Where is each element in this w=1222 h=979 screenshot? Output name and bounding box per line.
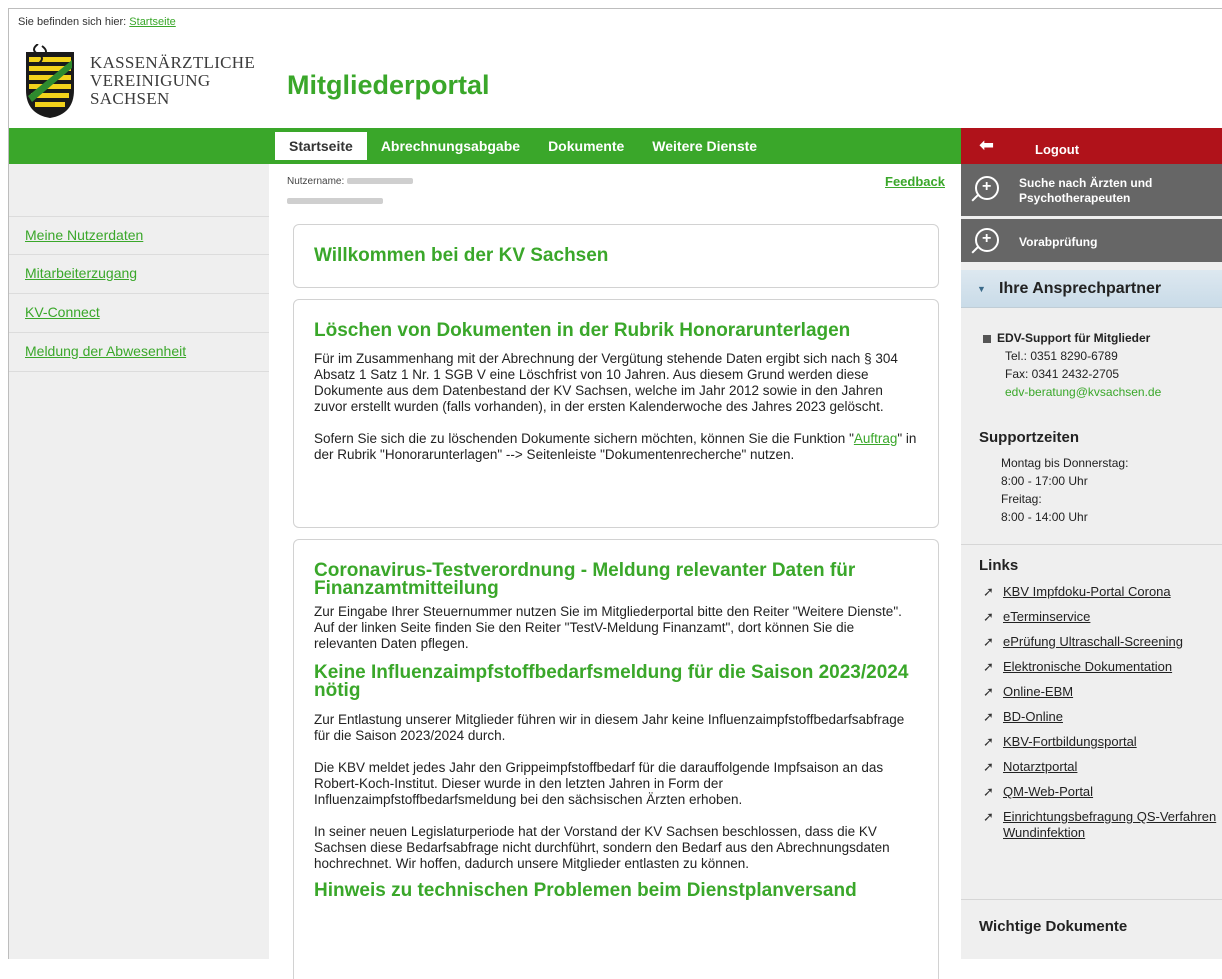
sidebar-item-meldung-abwesenheit[interactable]: Meldung der Abwesenheit: [9, 333, 269, 372]
edv-support-tel: Tel.: 0351 8290-6789: [1005, 349, 1118, 363]
links-title: Links: [979, 557, 1019, 574]
link-item[interactable]: ➚ ePrüfung Ultraschall-Screening: [983, 634, 1218, 650]
external-link-icon: ➚: [983, 659, 994, 674]
divider: [961, 544, 1222, 545]
influenza-paragraph-2: Die KBV meldet jedes Jahr den Grippeimpf…: [314, 760, 884, 807]
welcome-card: Willkommen bei der KV Sachsen: [293, 224, 939, 288]
external-link-icon: ➚: [983, 584, 994, 599]
external-link-icon: ➚: [983, 784, 994, 799]
arrow-left-icon: ⬅: [979, 135, 995, 155]
link-item[interactable]: ➚ KBV Impfdoku-Portal Corona: [983, 584, 1218, 600]
influenza-title: Keine Influenzaimpfstoffbedarfsmeldung f…: [314, 662, 909, 701]
left-sidebar: Meine Nutzerdaten Mitarbeiterzugang KV-C…: [9, 164, 269, 959]
link-item[interactable]: ➚ QM-Web-Portal: [983, 784, 1218, 800]
news-card-deletion: Löschen von Dokumenten in der Rubrik Hon…: [293, 299, 939, 528]
support-hours-line-3: Freitag:: [1001, 492, 1042, 506]
coat-of-arms-icon: [26, 44, 74, 118]
deletion-title: Löschen von Dokumenten in der Rubrik Hon…: [314, 320, 851, 341]
square-bullet-icon: [983, 334, 991, 343]
link-item[interactable]: ➚ KBV-Fortbildungsportal: [983, 734, 1218, 750]
edv-support-email[interactable]: edv-beratung@kvsachsen.de: [983, 383, 1161, 401]
external-link-icon: ➚: [983, 634, 994, 649]
external-link-icon: ➚: [983, 709, 994, 724]
logo-text: KASSENÄRZTLICHE VEREINIGUNG SACHSEN: [90, 54, 255, 108]
breadcrumb: Sie befinden sich hier: Startseite: [18, 16, 176, 28]
link-item[interactable]: ➚ BD-Online: [983, 709, 1218, 725]
kv-sachsen-logo[interactable]: KASSENÄRZTLICHE VEREINIGUNG SACHSEN: [20, 44, 270, 120]
edv-support-block: EDV-Support für Mitglieder Tel.: 0351 82…: [983, 329, 1161, 401]
main-content: Nutzername: Feedback Willkommen bei der …: [283, 164, 951, 979]
corona-paragraph: Zur Eingabe Ihrer Steuernummer nutzen Si…: [314, 604, 902, 651]
breadcrumb-prefix: Sie befinden sich hier:: [18, 16, 127, 28]
search-doctors-label: Suche nach Ärzten und Psychotherapeuten: [1019, 176, 1153, 205]
corona-title: Coronavirus-Testverordnung - Meldung rel…: [314, 560, 856, 599]
external-link-icon: ➚: [983, 609, 994, 624]
right-sidebar: Suche nach Ärzten und Psychotherapeuten …: [961, 164, 1222, 959]
tab-startseite[interactable]: Startseite: [275, 132, 367, 160]
logout-button[interactable]: ⬅ Logout: [961, 128, 1222, 164]
triangle-down-icon: ▼: [977, 284, 986, 294]
breadcrumb-link-startseite[interactable]: Startseite: [129, 16, 175, 28]
logo-line-1: KASSENÄRZTLICHE: [90, 53, 256, 72]
news-card-main: Coronavirus-Testverordnung - Meldung rel…: [293, 539, 939, 979]
welcome-title: Willkommen bei der KV Sachsen: [314, 245, 609, 266]
main-navigation: Startseite Abrechnungsabgabe Dokumente W…: [275, 132, 771, 160]
sidebar-item-kv-connect[interactable]: KV-Connect: [9, 294, 269, 333]
sidebar-item-mitarbeiterzugang[interactable]: Mitarbeiterzugang: [9, 255, 269, 294]
link-item[interactable]: ➚ Elektronische Dokumentation: [983, 659, 1218, 675]
divider: [961, 899, 1222, 900]
edv-support-fax: Fax: 0341 2432-2705: [1005, 367, 1120, 381]
tab-weitere-dienste[interactable]: Weitere Dienste: [638, 132, 771, 160]
deletion-paragraph-2: Sofern Sie sich die zu löschenden Dokume…: [314, 431, 917, 462]
logo-line-3: SACHSEN: [90, 89, 170, 108]
link-item[interactable]: ➚ Online-EBM: [983, 684, 1218, 700]
influenza-paragraph-1: Zur Entlastung unserer Mitglieder führen…: [314, 712, 905, 743]
feedback-link[interactable]: Feedback: [885, 174, 945, 189]
user-fullname-redacted: [287, 198, 383, 204]
link-item[interactable]: ➚ Notarztportal: [983, 759, 1218, 775]
support-hours-block: Montag bis Donnerstag: 8:00 - 17:00 Uhr …: [1001, 454, 1128, 526]
user-info: Nutzername:: [287, 176, 414, 187]
contact-persons-header[interactable]: ▼ Ihre Ansprechpartner: [961, 270, 1222, 308]
external-link-icon: ➚: [983, 684, 994, 699]
external-link-icon: ➚: [983, 734, 994, 749]
link-item[interactable]: ➚ Einrichtungsbefragung QS-Verfahren Wund…: [983, 809, 1218, 841]
username-label: Nutzername:: [287, 176, 345, 187]
logout-label: Logout: [1035, 142, 1080, 157]
username-redacted: [347, 178, 414, 185]
magnifier-plus-icon: [975, 228, 999, 252]
external-link-icon: ➚: [983, 809, 994, 824]
edv-support-title: EDV-Support für Mitglieder: [983, 329, 1161, 347]
influenza-paragraph-3: In seiner neuen Legislaturperiode hat de…: [314, 824, 890, 871]
magnifier-plus-icon: [975, 176, 999, 200]
tab-dokumente[interactable]: Dokumente: [534, 132, 638, 160]
vorabpruefung-button[interactable]: Vorabprüfung: [961, 219, 1222, 262]
tab-abrechnungsabgabe[interactable]: Abrechnungsabgabe: [367, 132, 534, 160]
link-item[interactable]: ➚ eTerminservice: [983, 609, 1218, 625]
logo-line-2: VEREINIGUNG: [90, 71, 211, 90]
important-documents-title: Wichtige Dokumente: [979, 918, 1128, 935]
technical-problems-title: Hinweis zu technischen Problemen beim Di…: [314, 880, 857, 901]
vorabpruefung-label: Vorabprüfung: [1019, 235, 1098, 249]
external-link-icon: ➚: [983, 759, 994, 774]
search-doctors-button[interactable]: Suche nach Ärzten und Psychotherapeuten: [961, 164, 1222, 216]
sidebar-item-meine-nutzerdaten[interactable]: Meine Nutzerdaten: [9, 216, 269, 255]
contact-persons-label: Ihre Ansprechpartner: [999, 280, 1162, 297]
auftrag-link[interactable]: Auftrag: [854, 431, 898, 446]
support-hours-line-4: 8:00 - 14:00 Uhr: [1001, 510, 1088, 524]
portal-title: Mitgliederportal: [287, 70, 490, 100]
deletion-paragraph-1: Für im Zusammenhang mit der Abrechnung d…: [314, 351, 898, 414]
support-hours-line-2: 8:00 - 17:00 Uhr: [1001, 474, 1088, 488]
support-hours-line-1: Montag bis Donnerstag:: [1001, 456, 1129, 470]
links-list: ➚ KBV Impfdoku-Portal Corona ➚ eTerminserv…: [983, 584, 1218, 850]
support-hours-title: Supportzeiten: [979, 429, 1079, 446]
